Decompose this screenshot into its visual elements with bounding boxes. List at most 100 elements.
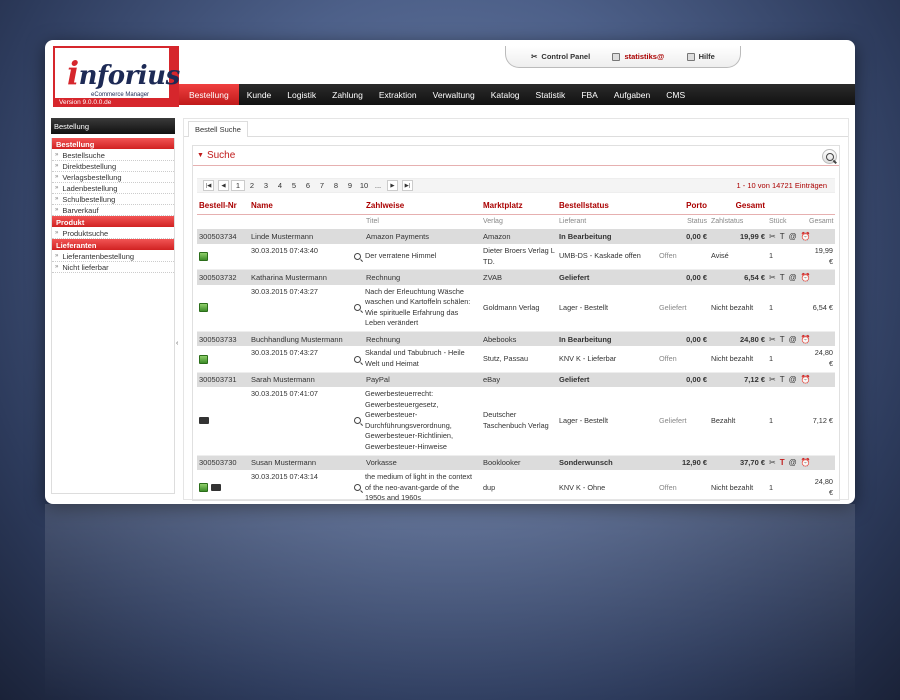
sidebar-item-barverkauf[interactable]: » Barverkauf <box>52 205 174 216</box>
user-link[interactable]: statistiks@ <box>612 52 664 61</box>
email-icon[interactable]: @ <box>789 458 797 467</box>
col-zahlweise[interactable]: Zahlweise <box>364 198 481 215</box>
col-item-gesamt: Gesamt <box>809 218 834 226</box>
search-icon[interactable] <box>354 304 361 312</box>
nav-zahlung[interactable]: Zahlung <box>324 84 371 105</box>
search-button[interactable] <box>822 149 837 164</box>
page-7[interactable]: 7 <box>315 181 329 190</box>
sidebar-collapse-handle[interactable]: ‹ <box>176 340 179 352</box>
tab-bestell-suche[interactable]: Bestell Suche <box>188 121 248 137</box>
order-number[interactable]: 300503734 <box>197 229 249 244</box>
help-link[interactable]: Hilfe <box>686 52 715 61</box>
search-icon[interactable] <box>354 253 361 261</box>
page-2[interactable]: 2 <box>245 181 259 190</box>
order-number[interactable]: 300503731 <box>197 372 249 388</box>
sidebar-item-schulbestellung[interactable]: » Schulbestellung <box>52 194 174 205</box>
package-icon[interactable] <box>199 483 208 493</box>
col-bestell-nr[interactable]: Bestell-Nr <box>197 198 249 215</box>
text-icon[interactable]: T <box>780 375 785 384</box>
col-name[interactable]: Name <box>249 198 364 215</box>
first-page-button[interactable]: |◀ <box>203 180 214 191</box>
prev-page-button[interactable]: ◀ <box>218 180 229 191</box>
nav-bestellung[interactable]: Bestellung <box>179 84 239 105</box>
text-icon[interactable]: T <box>780 273 785 282</box>
email-icon[interactable]: @ <box>789 273 797 282</box>
alarm-icon[interactable]: ⏰ <box>801 273 811 282</box>
package-icon[interactable] <box>199 354 208 364</box>
tools-icon[interactable]: ✂ <box>769 273 776 282</box>
text-icon[interactable]: T <box>780 232 785 241</box>
alarm-icon[interactable]: ⏰ <box>801 458 811 467</box>
sidebar-item-direktbestellung[interactable]: » Direktbestellung <box>52 161 174 172</box>
table-row[interactable]: 300503731 Sarah Mustermann PayPal eBay Gelie… <box>197 372 835 388</box>
table-row[interactable]: 300503730 Susan Mustermann Vorkasse Bookloo… <box>197 455 835 471</box>
table-header-sub: Titel Verlag Lieferant Status Zahlstatus… <box>197 214 835 229</box>
sidebar-item-bestellsuche[interactable]: » Bestellsuche <box>52 150 174 161</box>
page-5[interactable]: 5 <box>287 181 301 190</box>
sidebar-item-ladenbestellung[interactable]: » Ladenbestellung <box>52 183 174 194</box>
nav-logistik[interactable]: Logistik <box>279 84 324 105</box>
quantity: 1 <box>767 284 807 332</box>
order-number[interactable]: 300503732 <box>197 269 249 285</box>
item-title-cell: Der verratene Himmel <box>354 244 481 271</box>
sidebar-group-produkt[interactable]: Produkt <box>52 216 174 228</box>
tools-icon[interactable]: ✂ <box>769 335 776 344</box>
last-page-button[interactable]: ▶| <box>402 180 413 191</box>
control-panel-link[interactable]: ✂ Control Panel <box>531 52 590 61</box>
mail-icon[interactable] <box>211 484 221 492</box>
page-8[interactable]: 8 <box>329 181 343 190</box>
order-number[interactable]: 300503733 <box>197 331 249 347</box>
alarm-icon[interactable]: ⏰ <box>801 232 811 241</box>
table-row[interactable]: 300503734 Linde Mustermann Amazon Payments… <box>197 229 835 244</box>
page-9[interactable]: 9 <box>343 181 357 190</box>
shipping-cost: 0,00 € <box>657 372 709 388</box>
table-row[interactable]: 300503733 Buchhandlung Mustermann Rechnung… <box>197 331 835 347</box>
package-icon[interactable] <box>199 303 208 313</box>
nav-statistik[interactable]: Statistik <box>528 84 574 105</box>
order-number[interactable]: 300503730 <box>197 455 249 471</box>
search-icon[interactable] <box>354 355 361 363</box>
col-porto[interactable]: Porto <box>657 198 709 215</box>
page-1[interactable]: 1 <box>231 180 245 191</box>
nav-kunde[interactable]: Kunde <box>239 84 280 105</box>
email-icon[interactable]: @ <box>789 232 797 241</box>
nav-fba[interactable]: FBA <box>573 84 606 105</box>
text-icon[interactable]: T <box>780 458 785 467</box>
nav-cms[interactable]: CMS <box>658 84 693 105</box>
tools-icon[interactable]: ✂ <box>769 375 776 384</box>
text-icon[interactable]: T <box>780 335 785 344</box>
search-icon[interactable] <box>354 417 361 425</box>
email-icon[interactable]: @ <box>789 335 797 344</box>
col-gesamt[interactable]: Gesamt <box>709 198 767 215</box>
col-bestellstatus[interactable]: Bestellstatus <box>557 198 657 215</box>
order-total: 7,12 € <box>709 372 767 388</box>
sidebar-item-nicht-lieferbar[interactable]: » Nicht lieferbar <box>52 262 174 273</box>
alarm-icon[interactable]: ⏰ <box>801 375 811 384</box>
search-header[interactable]: ▼ Suche <box>193 146 839 166</box>
sidebar-item-produktsuche[interactable]: » Produktsuche <box>52 228 174 239</box>
payment-method: Rechnung <box>364 331 481 347</box>
sidebar-item-verlagsbestellung[interactable]: » Verlagsbestellung <box>52 172 174 183</box>
tools-icon[interactable]: ✂ <box>769 232 776 241</box>
nav-katalog[interactable]: Katalog <box>483 84 528 105</box>
email-icon[interactable]: @ <box>789 375 797 384</box>
page-3[interactable]: 3 <box>259 181 273 190</box>
next-page-button[interactable]: ▶ <box>387 180 398 191</box>
nav-aufgaben[interactable]: Aufgaben <box>606 84 658 105</box>
page-6[interactable]: 6 <box>301 181 315 190</box>
order-date: 30.03.2015 07:43:40 <box>249 244 364 271</box>
mail-icon[interactable] <box>199 417 209 425</box>
alarm-icon[interactable]: ⏰ <box>801 335 811 344</box>
tools-icon[interactable]: ✂ <box>769 458 776 467</box>
page-4[interactable]: 4 <box>273 181 287 190</box>
sidebar-group-bestellung[interactable]: Bestellung <box>52 138 174 150</box>
search-icon[interactable] <box>354 484 361 492</box>
package-icon[interactable] <box>199 252 208 262</box>
nav-verwaltung[interactable]: Verwaltung <box>425 84 483 105</box>
col-marktplatz[interactable]: Marktplatz <box>481 198 557 215</box>
table-row[interactable]: 300503732 Katharina Mustermann Rechnung ZVA… <box>197 269 835 285</box>
page-10[interactable]: 10 <box>357 181 371 190</box>
sidebar-item-lieferantenbestellung[interactable]: » Lieferantenbestellung <box>52 251 174 262</box>
nav-extraktion[interactable]: Extraktion <box>371 84 425 105</box>
sidebar-group-lieferanten[interactable]: Lieferanten <box>52 239 174 251</box>
